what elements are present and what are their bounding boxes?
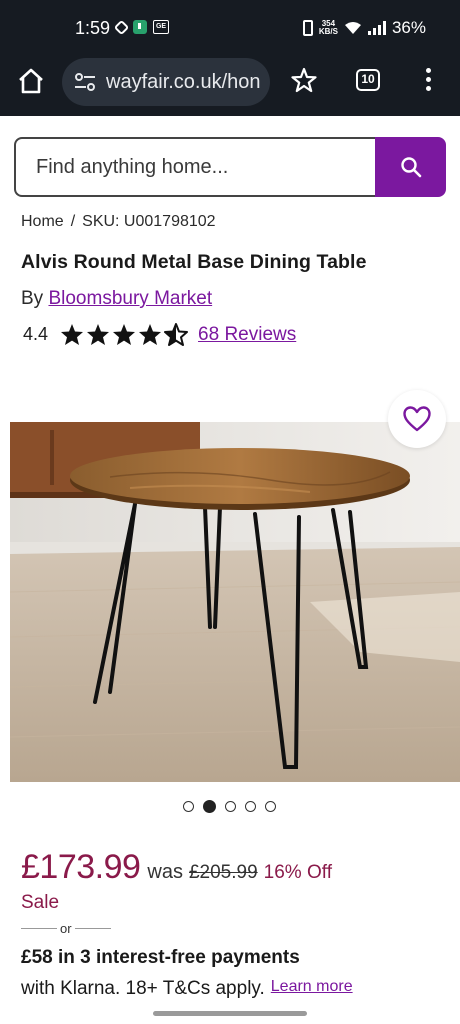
star-filled-icon <box>139 324 162 345</box>
wifi-icon <box>344 22 361 34</box>
pagination-dot[interactable] <box>225 801 236 812</box>
rotate-icon <box>113 19 130 35</box>
address-bar[interactable]: wayfair.co.uk/hon <box>62 58 270 106</box>
status-system-icons: 354 KB/S 36% <box>302 18 426 38</box>
star-filled-icon <box>87 324 110 345</box>
pagination-dot[interactable] <box>183 801 194 812</box>
browser-toolbar: wayfair.co.uk/hon 10 <box>0 58 460 116</box>
search-input[interactable] <box>14 137 376 197</box>
vibrate-icon <box>302 20 313 36</box>
sale-label: Sale <box>21 892 60 913</box>
tune-icon[interactable] <box>74 73 96 91</box>
product-title: Alvis Round Metal Base Dining Table <box>21 251 367 273</box>
gesture-bar[interactable] <box>153 1011 307 1016</box>
pagination-dot-active[interactable] <box>203 800 216 813</box>
product-brand-line: By Bloomsbury Market <box>21 288 212 310</box>
price-row: £173.99 was £205.99 16% Off <box>21 848 332 887</box>
url-text[interactable]: wayfair.co.uk/hon <box>106 71 261 94</box>
signal-icon <box>367 21 386 35</box>
battery-level: 36% <box>391 18 426 37</box>
discount-label: 16% Off <box>263 862 332 883</box>
divider-line <box>74 928 111 929</box>
more-vert-icon[interactable] <box>424 68 432 94</box>
or-label: or <box>60 921 72 936</box>
favorite-button[interactable] <box>388 390 446 448</box>
product-rating: 4.4 68 Reviews <box>23 323 296 346</box>
gallery-pagination <box>183 800 276 813</box>
tabs-icon[interactable]: 10 <box>356 69 380 91</box>
product-gallery <box>0 382 460 782</box>
heart-icon <box>403 406 431 432</box>
ge-icon: GE <box>153 20 169 34</box>
search-icon <box>400 157 421 178</box>
status-notification-icons: GE <box>113 19 169 35</box>
status-bar: 1:59 GE 354 KB/S 36% <box>0 0 460 58</box>
breadcrumb-sku: SKU: U001798102 <box>82 213 216 230</box>
rating-value: 4.4 <box>23 324 49 344</box>
rating-stars[interactable] <box>60 323 189 346</box>
breadcrumb: Home / SKU: U001798102 <box>21 213 216 231</box>
star-icon[interactable] <box>291 67 317 93</box>
star-filled-icon <box>61 324 84 345</box>
pagination-dot[interactable] <box>245 801 256 812</box>
status-time: 1:59 <box>75 18 111 38</box>
search-bar <box>14 137 446 197</box>
net-speed: 354 KB/S <box>319 20 338 36</box>
current-price: £173.99 <box>21 848 141 886</box>
breadcrumb-home[interactable]: Home <box>21 213 64 230</box>
product-image[interactable] <box>10 422 460 782</box>
breadcrumb-separator: / <box>70 213 76 230</box>
klarna-text: with Klarna. 18+ T&Cs apply. <box>21 978 265 999</box>
star-filled-icon <box>113 324 136 345</box>
divider-line <box>21 928 57 929</box>
product-photo <box>10 422 460 782</box>
brand-prefix: By <box>21 288 44 309</box>
klarna-details: with Klarna. 18+ T&Cs apply. Learn more <box>21 978 353 1000</box>
klarna-headline: £58 in 3 interest-free payments <box>21 947 300 968</box>
pagination-dot[interactable] <box>265 801 276 812</box>
home-icon[interactable] <box>16 66 46 96</box>
was-label: was <box>147 861 183 883</box>
or-divider: or <box>21 921 111 936</box>
learn-more-link[interactable]: Learn more <box>271 978 353 995</box>
search-button[interactable] <box>375 137 446 197</box>
old-price: £205.99 <box>188 862 258 883</box>
star-half-icon <box>164 323 189 346</box>
brand-link[interactable]: Bloomsbury Market <box>48 288 212 309</box>
net-speed-unit: KB/S <box>318 27 338 36</box>
download-icon <box>133 20 147 34</box>
reviews-link[interactable]: 68 Reviews <box>198 324 296 346</box>
